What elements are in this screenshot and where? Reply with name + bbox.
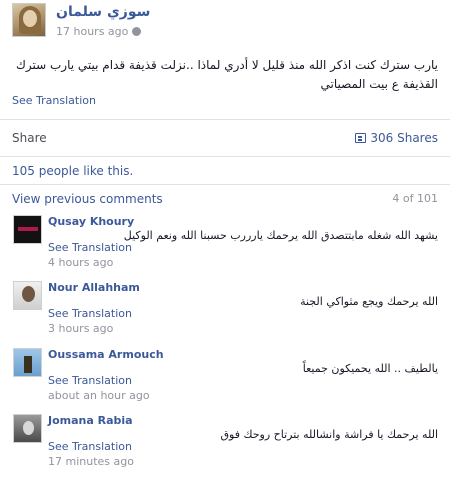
comment-item: Qusay Khoury يشهد الله شغله مابتتصدق الل…	[0, 210, 450, 274]
share-button[interactable]: Share	[12, 131, 47, 145]
view-previous-comments-link[interactable]: View previous comments	[12, 192, 163, 206]
post-see-translation-link[interactable]: See Translation	[12, 94, 96, 107]
comment-timestamp[interactable]: about an hour ago	[48, 389, 150, 402]
commenter-name[interactable]: Jomana Rabia	[48, 414, 133, 427]
shares-count-link[interactable]: 306 Shares	[355, 131, 438, 145]
comment-timestamp[interactable]: 3 hours ago	[48, 322, 113, 335]
comment-item: Jomana Rabia الله يرحمك يا فراشة وانشالل…	[0, 409, 450, 473]
comment-see-translation-link[interactable]: See Translation	[48, 307, 132, 320]
post-card: سوزي سلمان 17 hours ago يارب سترك كنت اذ…	[0, 0, 450, 484]
comment-text: يالطيف .. الله يحميكون جميعاً	[302, 362, 438, 375]
avatar-face-shape	[23, 10, 37, 27]
comment-text: الله يرحمك ويجع مثواكي الجنة	[300, 295, 438, 308]
commenter-name[interactable]: Nour Allahham	[48, 281, 140, 294]
post-header: سوزي سلمان 17 hours ago	[0, 0, 450, 44]
avatar-shape	[18, 227, 38, 231]
post-timestamp[interactable]: 17 hours ago	[56, 25, 128, 38]
comment-text: يشهد الله شغله مابتتصدق الله يرحمك ياررر…	[123, 229, 438, 242]
commenter-name[interactable]: Oussama Armouch	[48, 348, 164, 361]
post-body: يارب سترك كنت اذكر الله منذ قليل لا أدري…	[16, 58, 438, 91]
commenter-avatar[interactable]	[13, 348, 42, 377]
avatar-shape	[22, 286, 35, 302]
comment-timestamp[interactable]: 17 minutes ago	[48, 455, 134, 468]
divider	[0, 156, 450, 157]
commenter-avatar[interactable]	[13, 281, 42, 310]
comment-see-translation-link[interactable]: See Translation	[48, 374, 132, 387]
comment-text: الله يرحمك يا فراشة وانشالله بترتاح روحك…	[220, 428, 438, 441]
comments-count: 4 of 101	[392, 192, 438, 205]
avatar-shape	[23, 421, 34, 435]
action-row: Share 306 Shares	[0, 120, 450, 156]
shares-count-label: 306 Shares	[370, 131, 438, 145]
comment-see-translation-link[interactable]: See Translation	[48, 241, 132, 254]
commenter-avatar[interactable]	[13, 215, 42, 244]
author-name[interactable]: سوزي سلمان	[56, 4, 150, 20]
post-meta: 17 hours ago	[56, 25, 142, 38]
avatar-shape	[24, 356, 32, 373]
shares-icon	[355, 133, 367, 143]
globe-icon[interactable]	[132, 27, 142, 36]
comment-item: Oussama Armouch يالطيف .. الله يحميكون ج…	[0, 343, 450, 407]
comments-nav: View previous comments 4 of 101	[0, 190, 450, 208]
comment-timestamp[interactable]: 4 hours ago	[48, 256, 113, 269]
likes-count-link[interactable]: 105 people like this.	[12, 164, 133, 178]
comment-item: Nour Allahham الله يرحمك ويجع مثواكي الج…	[0, 276, 450, 340]
comment-see-translation-link[interactable]: See Translation	[48, 440, 132, 453]
commenter-name[interactable]: Qusay Khoury	[48, 215, 134, 228]
commenter-avatar[interactable]	[13, 414, 42, 443]
author-avatar[interactable]	[12, 3, 46, 37]
divider	[0, 184, 450, 185]
